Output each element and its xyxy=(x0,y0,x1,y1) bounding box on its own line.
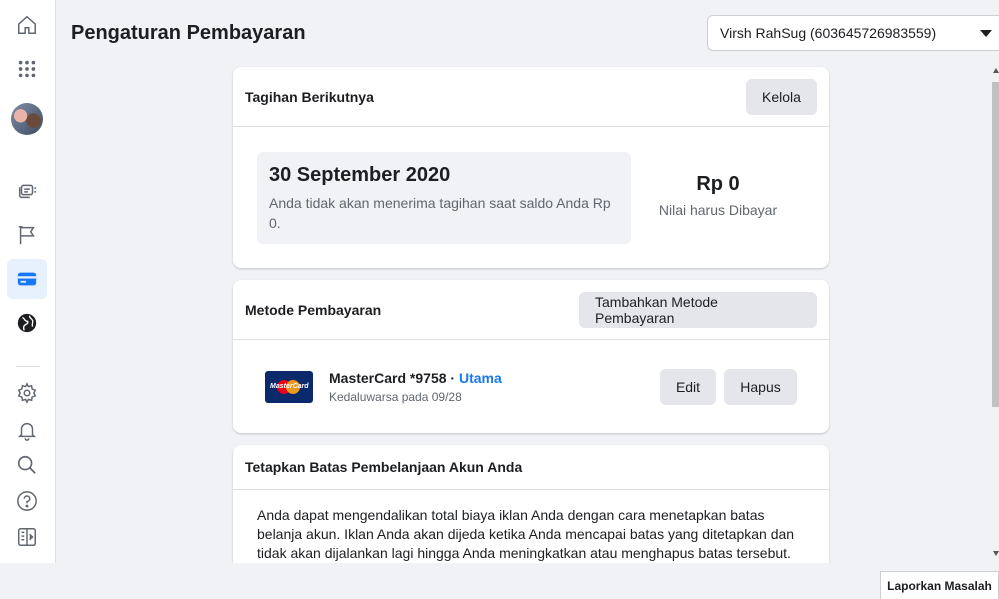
search-icon[interactable] xyxy=(7,445,47,485)
page-title: Pengaturan Pembayaran xyxy=(71,22,306,44)
bill-date: 30 September 2020 xyxy=(269,164,451,186)
scrollbar-thumb[interactable] xyxy=(992,82,999,407)
card-name: MasterCard *9758 · Utama xyxy=(329,370,502,386)
help-icon[interactable] xyxy=(7,481,47,521)
collapse-panel-icon[interactable] xyxy=(7,517,47,557)
left-nav-sidebar xyxy=(0,0,56,563)
card-separator: · xyxy=(446,370,459,386)
ads-manager-icon[interactable] xyxy=(7,170,47,210)
amount-label: Nilai harus Dibayar xyxy=(658,202,778,218)
bill-note: Anda tidak akan menerima tagihan saat sa… xyxy=(269,195,611,231)
card-expiry: Kedaluwarsa pada 09/28 xyxy=(329,390,462,404)
manage-button[interactable]: Kelola xyxy=(746,78,817,115)
chevron-down-icon xyxy=(980,30,992,37)
next-bill-title: Tagihan Berikutnya xyxy=(245,88,374,105)
billing-card-icon[interactable] xyxy=(7,259,47,299)
next-bill-card: Tagihan Berikutnya Kelola 30 September 2… xyxy=(233,67,829,268)
bottom-bar xyxy=(0,563,999,599)
scroll-down-arrow-icon[interactable] xyxy=(993,551,999,556)
add-payment-method-button[interactable]: Tambahkan Metode Pembayaran xyxy=(579,291,817,328)
amount-value: Rp 0 xyxy=(696,173,740,195)
account-selector[interactable]: Virsh RahSug (603645726983559) xyxy=(707,15,999,51)
account-selector-label: Virsh RahSug (603645726983559) xyxy=(720,25,937,41)
notifications-icon[interactable] xyxy=(7,410,47,450)
home-icon[interactable] xyxy=(7,5,47,45)
settings-icon[interactable] xyxy=(7,373,47,413)
report-problem-button[interactable]: Laporkan Masalah xyxy=(880,571,999,599)
delete-card-button[interactable]: Hapus xyxy=(724,369,797,405)
globe-icon[interactable] xyxy=(7,303,47,343)
avatar[interactable] xyxy=(11,103,43,135)
spending-limit-header: Tetapkan Batas Pembelanjaan Akun Anda xyxy=(233,445,829,490)
payment-methods-title: Metode Pembayaran xyxy=(245,301,382,318)
payment-methods-header: Metode Pembayaran Tambahkan Metode Pemba… xyxy=(233,280,829,340)
spending-limit-title: Tetapkan Batas Pembelanjaan Akun Anda xyxy=(245,459,523,475)
pages-flag-icon[interactable] xyxy=(7,215,47,255)
apps-grid-icon[interactable] xyxy=(7,49,47,89)
amount-due: Rp 0 Nilai harus Dibayar xyxy=(633,173,803,218)
scroll-up-arrow-icon[interactable] xyxy=(993,68,999,73)
sidebar-divider xyxy=(16,366,40,367)
payment-methods-card: Metode Pembayaran Tambahkan Metode Pemba… xyxy=(233,280,829,433)
primary-badge: Utama xyxy=(458,370,502,386)
bill-date-box: 30 September 2020 Anda tidak akan meneri… xyxy=(257,152,631,244)
edit-card-button[interactable]: Edit xyxy=(660,369,716,405)
next-bill-header: Tagihan Berikutnya Kelola xyxy=(233,67,829,127)
card-number: MasterCard *9758 xyxy=(329,370,447,386)
mastercard-logo-icon: MasterCard xyxy=(265,371,313,403)
